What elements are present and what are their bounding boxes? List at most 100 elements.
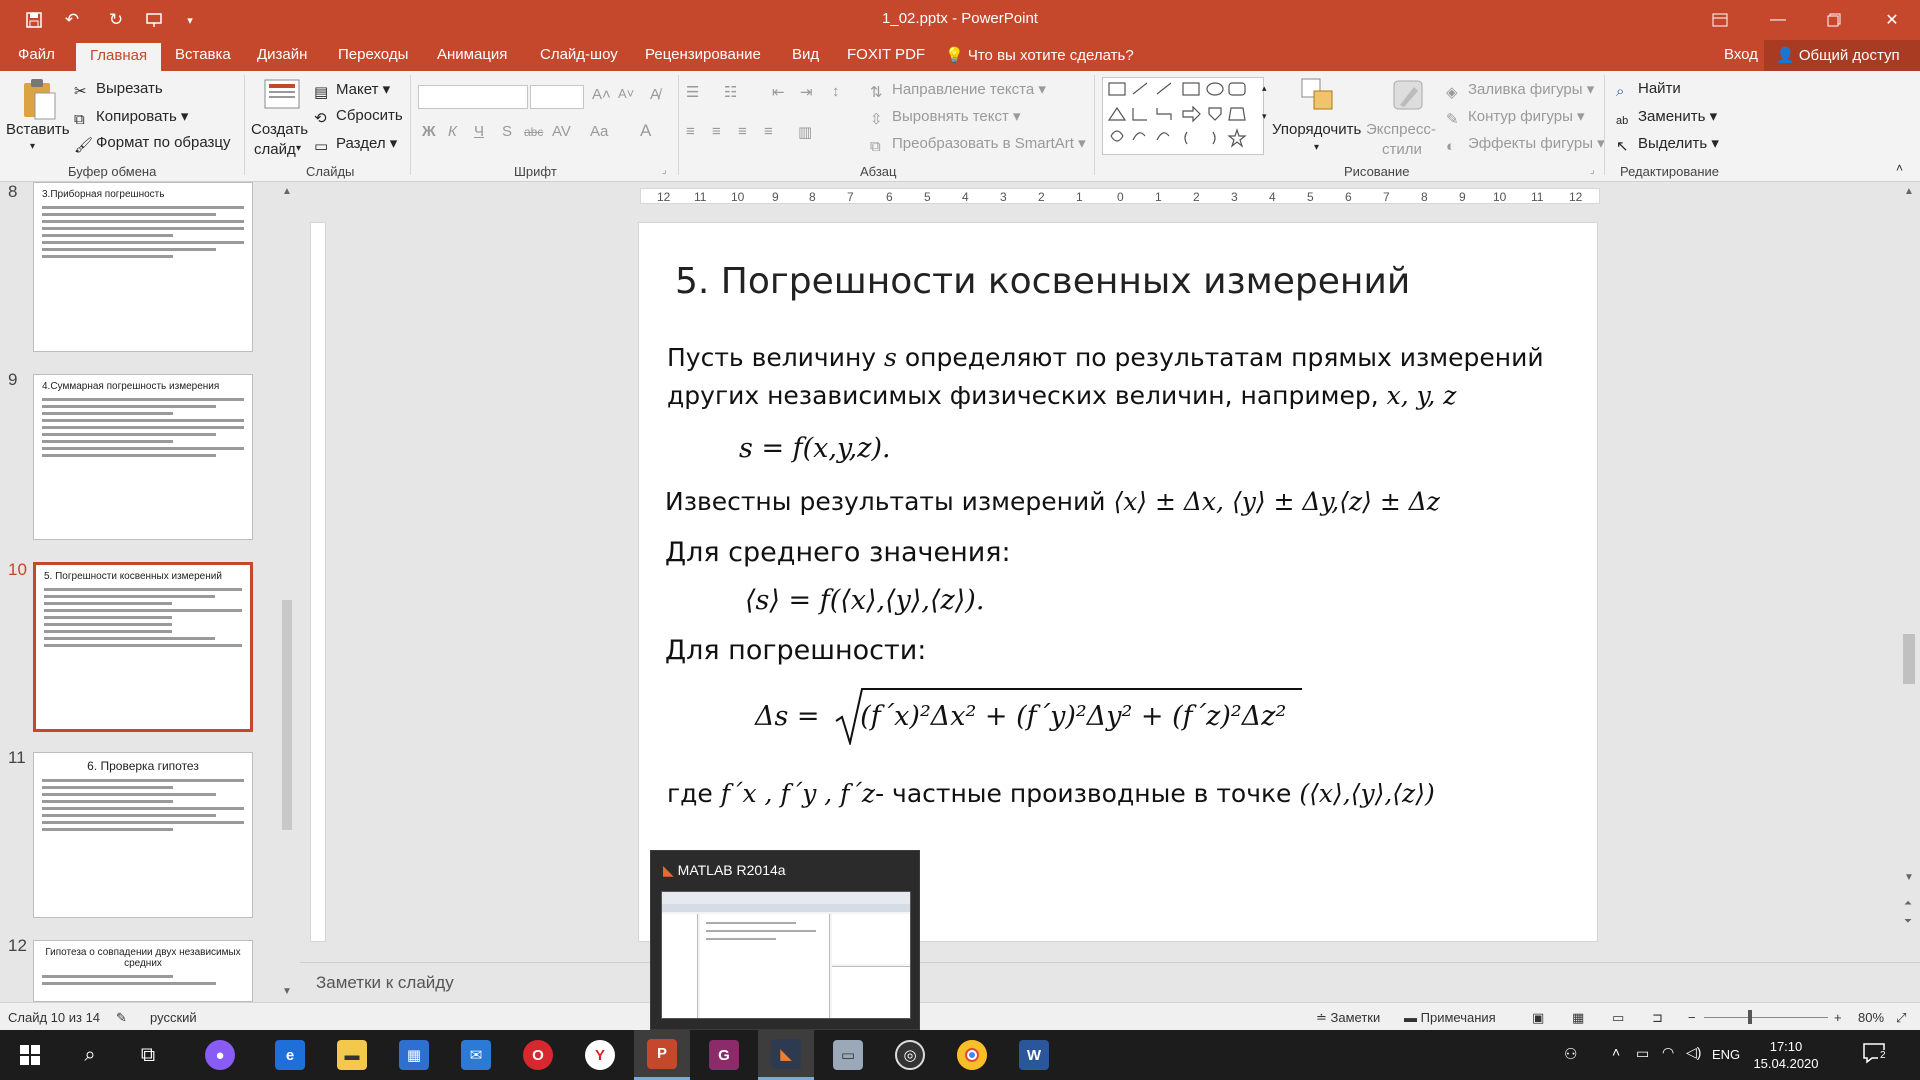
justify-icon[interactable]: ≡ [764,123,773,140]
slide-title[interactable]: 5. Погрешности косвенных измерений [675,261,1410,302]
partial-derivatives-note[interactable]: где f´x , f´y , f´z- частные производные… [667,779,1435,808]
app-purple-icon[interactable]: ● [192,1030,248,1080]
clock[interactable]: 17:10 15.04.2020 [1746,1038,1826,1072]
find-button[interactable]: ⌕ Найти [1616,80,1681,100]
preview-thumbnail[interactable] [661,891,911,1019]
restore-icon[interactable] [1806,0,1862,40]
paste-dropdown-icon[interactable]: ▾ [30,141,35,152]
previous-slide-icon[interactable]: ⏶ [1904,898,1912,909]
notifications-icon[interactable]: 2 [1862,1042,1902,1068]
search-icon[interactable]: ⌕ [62,1030,118,1080]
shapes-gallery[interactable] [1102,77,1264,155]
input-language[interactable]: ENG [1712,1047,1740,1062]
zoom-out-button[interactable]: − [1688,1010,1696,1025]
tell-me-search[interactable]: 💡 Что вы хотите сделать? [945,46,1134,64]
powerpoint-icon[interactable]: P [634,1030,690,1080]
quick-styles-button-line2[interactable]: стили [1382,141,1422,158]
slide-thumbnail-8[interactable]: 3.Приборная погрешность [33,182,253,352]
slide-scrollbar[interactable]: ▲ ▼ ⏶ ⏷ [1900,186,1918,946]
align-left-icon[interactable]: ≡ [686,123,695,140]
ribbon-display-icon[interactable] [1692,0,1748,40]
battery-icon[interactable]: ▭ [1636,1045,1649,1062]
tab-animations[interactable]: Анимация [437,46,507,63]
close-icon[interactable]: ✕ [1864,0,1920,40]
new-slide-icon[interactable] [262,77,302,116]
scrollbar-thumb[interactable] [282,600,292,830]
drawing-dialog-launcher-icon[interactable]: ⌟ [1590,165,1595,176]
paragraph-1-line-2[interactable]: других независимых физических величин, н… [667,381,1456,410]
arrange-button[interactable]: Упорядочить [1272,121,1361,138]
bold-button[interactable]: Ж [422,123,436,140]
font-color-button[interactable]: A [640,121,651,141]
chrome-icon[interactable] [944,1030,1000,1080]
paste-button[interactable]: Вставить [6,121,70,138]
shapes-scroll-up-icon[interactable]: ▴ [1262,83,1267,94]
fit-to-window-icon[interactable]: ⤢ [1896,1010,1906,1026]
increase-indent-icon[interactable]: ⇥ [800,83,813,101]
equation-error[interactable]: Δs = (f´x)²Δx² + (f´y)²Δy² + (f´z)²Δz² [755,688,1303,745]
scroll-down-icon[interactable]: ▼ [282,986,292,997]
opera-icon[interactable]: O [510,1030,566,1080]
task-view-icon[interactable]: ⧉ [120,1030,176,1080]
new-slide-dropdown-icon[interactable]: ▾ [296,143,301,154]
tab-insert[interactable]: Вставка [175,46,231,63]
notes-pane[interactable]: Заметки к слайду [300,962,1920,1002]
matlab-taskbar-icon[interactable]: ◣ [758,1030,814,1080]
slide-sorter-icon[interactable]: ▦ [1572,1010,1584,1026]
strikethrough-button[interactable]: abc [524,125,543,139]
new-slide-button-line2[interactable]: слайд [254,141,296,158]
copy-button[interactable]: ⧉ Копировать ▾ [74,107,188,128]
comments-toggle-button[interactable]: ▬ Примечания [1404,1010,1496,1025]
slide-thumbnail-11[interactable]: 6. Проверка гипотез [33,752,253,918]
tab-home[interactable]: Главная [76,43,162,71]
change-case-button[interactable]: Aa [590,123,608,140]
shape-outline-button[interactable]: ✎ Контур фигуры ▾ [1446,107,1585,128]
zoom-slider[interactable] [1704,1017,1828,1018]
grow-font-icon[interactable]: A˄ [592,86,611,103]
notes-placeholder[interactable]: Заметки к слайду [316,973,454,993]
columns-icon[interactable]: ▥ [798,123,812,141]
scrollbar-thumb[interactable] [1903,634,1915,684]
slide-thumbnail-10[interactable]: 5. Погрешности косвенных измерений [33,562,253,732]
bullets-icon[interactable]: ☰ [686,83,699,101]
reset-button[interactable]: ⟲ Сбросить [314,107,403,127]
equation-s-function[interactable]: s = f(x,y,z). [739,433,891,464]
minimize-icon[interactable]: — [1750,0,1806,40]
scroll-down-icon[interactable]: ▼ [1904,872,1914,883]
yandex-browser-icon[interactable]: Y [572,1030,628,1080]
next-slide-icon[interactable]: ⏷ [1904,916,1912,927]
shrink-font-icon[interactable]: A˅ [618,86,634,101]
taskbar-preview[interactable]: ◣ MATLAB R2014a [650,850,920,1030]
slideshow-view-icon[interactable]: ⊐ [1652,1010,1663,1026]
zoom-slider-thumb[interactable] [1748,1010,1752,1024]
word-icon[interactable]: W [1006,1030,1062,1080]
file-explorer-icon[interactable]: ▬ [324,1030,380,1080]
show-hidden-icons-icon[interactable]: ˄ [1612,1044,1620,1060]
select-button[interactable]: ↖ Выделить ▾ [1616,134,1719,155]
new-slide-button[interactable]: Создать [251,121,308,138]
obs-icon[interactable]: ◎ [882,1030,938,1080]
known-results-line[interactable]: Известны результаты измерений ⟨x⟩ ± Δx, … [665,487,1440,516]
align-center-icon[interactable]: ≡ [712,123,721,140]
shadow-button[interactable]: S [502,123,512,140]
slide-canvas[interactable]: 5. Погрешности косвенных измерений Пусть… [638,222,1598,942]
paste-icon[interactable] [18,77,58,120]
notes-toggle-button[interactable]: ≐ Заметки [1316,1010,1380,1026]
font-name-combo[interactable] [418,85,528,109]
scroll-up-icon[interactable]: ▲ [1904,186,1914,197]
layout-button[interactable]: ▤ Макет ▾ [314,80,390,101]
reading-view-icon[interactable]: ▭ [1612,1010,1624,1026]
line-spacing-icon[interactable]: ↕ [832,83,840,100]
text-direction-button[interactable]: ⇅ Направление текста ▾ [870,80,1046,101]
convert-smartart-button[interactable]: ⧉ Преобразовать в SmartArt ▾ [870,134,1086,155]
volume-icon[interactable]: ◁) [1686,1044,1701,1061]
tab-view[interactable]: Вид [792,46,819,63]
wifi-icon[interactable]: ◠ [1662,1044,1674,1061]
zoom-in-button[interactable]: + [1834,1010,1842,1025]
decrease-indent-icon[interactable]: ⇤ [772,83,785,101]
edge-icon[interactable]: e [262,1030,318,1080]
spellcheck-icon[interactable]: ✎ [116,1010,127,1026]
tab-review[interactable]: Рецензирование [645,46,761,63]
clear-format-icon[interactable]: A̸ [650,86,660,103]
tab-file[interactable]: Файл [18,46,55,63]
